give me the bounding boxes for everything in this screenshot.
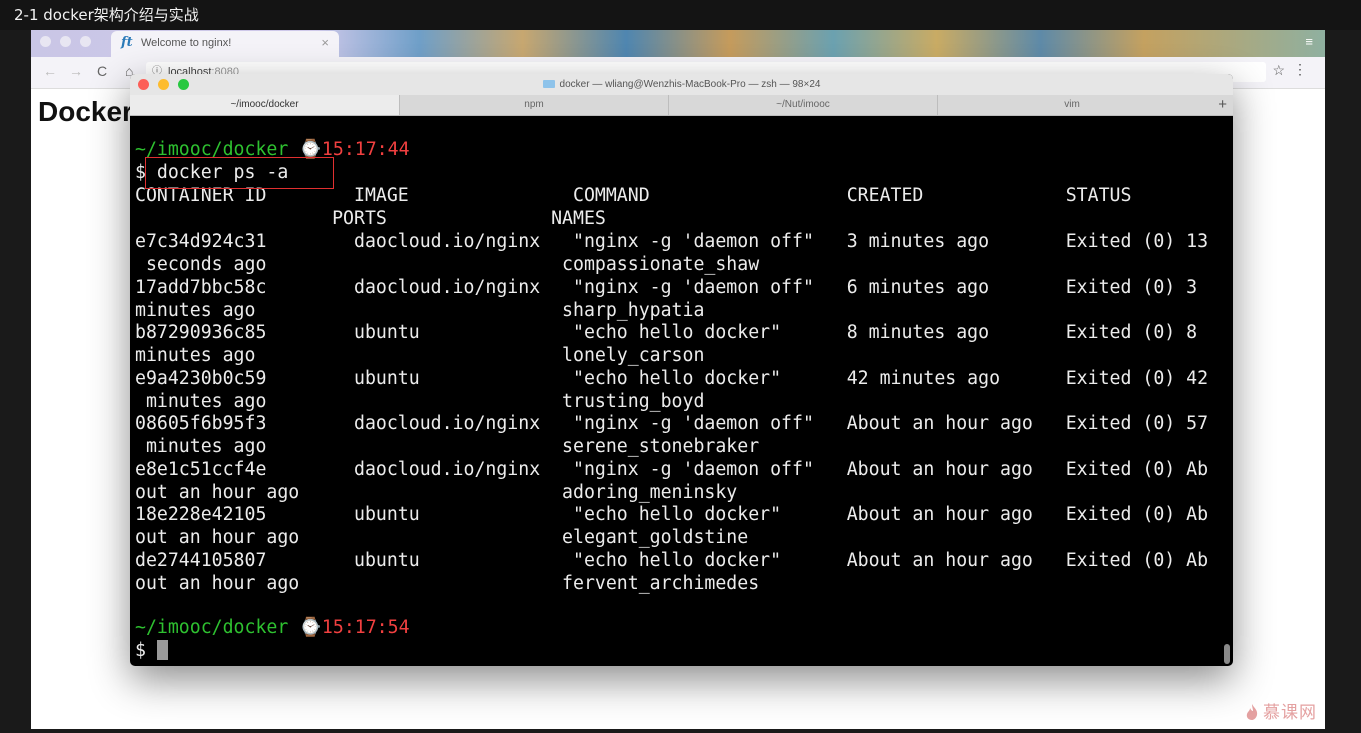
forward-arrow-icon[interactable]: →: [69, 63, 83, 79]
output-line: minutes ago lonely_carson: [135, 345, 705, 366]
output-line: e7c34d924c31 daocloud.io/nginx "nginx -g…: [135, 231, 1209, 252]
input-line[interactable]: $: [135, 640, 168, 662]
browser-tabbar: ft Welcome to nginx! × ≡: [31, 30, 1325, 57]
terminal-minimize-button[interactable]: [158, 79, 169, 90]
page-heading: Docker: [38, 96, 133, 127]
prompt-time: 15:17:44: [321, 139, 410, 160]
terminal-zoom-button[interactable]: [178, 79, 189, 90]
output-line: minutes ago serene_stonebraker: [135, 436, 760, 457]
tab-title: Welcome to nginx!: [141, 37, 232, 49]
output-line: out an hour ago adoring_meninsky: [135, 482, 738, 503]
terminal-titlebar: docker — wliang@Wenzhis-MacBook-Pro — zs…: [130, 74, 1233, 95]
output-line: PORTS NAMES: [135, 208, 606, 229]
terminal-output[interactable]: ~/imooc/docker ⌚15:17:44 $ docker ps -a …: [130, 115, 1233, 666]
clock-icon: ⌚: [299, 617, 322, 638]
tab-close-icon[interactable]: ×: [321, 35, 329, 50]
terminal-close-button[interactable]: [138, 79, 149, 90]
output-line: e9a4230b0c59 ubuntu "echo hello docker" …: [135, 368, 1209, 389]
watermark-text: 慕课网: [1263, 703, 1317, 723]
output-line: minutes ago sharp_hypatia: [135, 300, 705, 321]
flame-logo-icon: [1246, 704, 1258, 720]
terminal-tabbar: ~/imooc/docker npm ~/Nut/imooc vim +: [130, 95, 1233, 116]
output-line: e8e1c51ccf4e daocloud.io/nginx "nginx -g…: [135, 459, 1209, 480]
prompt-path: ~/imooc/docker: [135, 617, 289, 638]
terminal-scrollbar[interactable]: [1224, 644, 1230, 664]
command-highlight-box: [145, 157, 334, 189]
browser-menu-icon[interactable]: ⋮: [1293, 61, 1307, 78]
output-line: 08605f6b95f3 daocloud.io/nginx "nginx -g…: [135, 413, 1209, 434]
terminal-title: docker — wliang@Wenzhis-MacBook-Pro — zs…: [130, 74, 1233, 95]
reload-icon[interactable]: C: [97, 63, 107, 79]
output-line: 18e228e42105 ubuntu "echo hello docker" …: [135, 504, 1209, 525]
output-line: out an hour ago fervent_archimedes: [135, 573, 760, 594]
text-cursor: [156, 640, 168, 660]
imooc-watermark: 慕课网: [1245, 698, 1317, 723]
video-title: 2-1 docker架构介绍与实战: [0, 0, 1361, 30]
output-line: 17add7bbc58c daocloud.io/nginx "nginx -g…: [135, 277, 1198, 298]
new-tab-icon[interactable]: +: [1218, 95, 1227, 115]
output-line: de2744105807 ubuntu "echo hello docker" …: [135, 550, 1209, 571]
output-line: minutes ago trusting_boyd: [135, 391, 705, 412]
terminal-tab-vim[interactable]: vim: [937, 95, 1206, 115]
prompt-symbol: $: [135, 640, 157, 661]
output-line: seconds ago compassionate_shaw: [135, 254, 760, 275]
browser-close-dot[interactable]: [40, 36, 51, 47]
back-arrow-icon[interactable]: ←: [43, 63, 57, 79]
terminal-tab-imooc-docker[interactable]: ~/imooc/docker: [130, 95, 399, 115]
output-line: out an hour ago elegant_goldstine: [135, 527, 749, 548]
prompt-line: ~/imooc/docker ⌚15:17:54: [135, 617, 410, 639]
prompt-time: 15:17:54: [321, 617, 410, 638]
output-line: b87290936c85 ubuntu "echo hello docker" …: [135, 322, 1198, 343]
browser-zoom-dot[interactable]: [80, 36, 91, 47]
bookmark-star-icon[interactable]: ☆: [1272, 62, 1285, 79]
terminal-tab-npm[interactable]: npm: [399, 95, 668, 115]
browser-profile-menu-icon[interactable]: ≡: [1305, 34, 1313, 49]
tab-favicon-icon: ft: [121, 35, 133, 50]
browser-minimize-dot[interactable]: [60, 36, 71, 47]
folder-icon: [542, 80, 555, 88]
terminal-tab-nut-imooc[interactable]: ~/Nut/imooc: [668, 95, 937, 115]
terminal-title-text: docker — wliang@Wenzhis-MacBook-Pro — zs…: [559, 79, 821, 90]
browser-tab-nginx[interactable]: ft Welcome to nginx! ×: [111, 31, 339, 57]
